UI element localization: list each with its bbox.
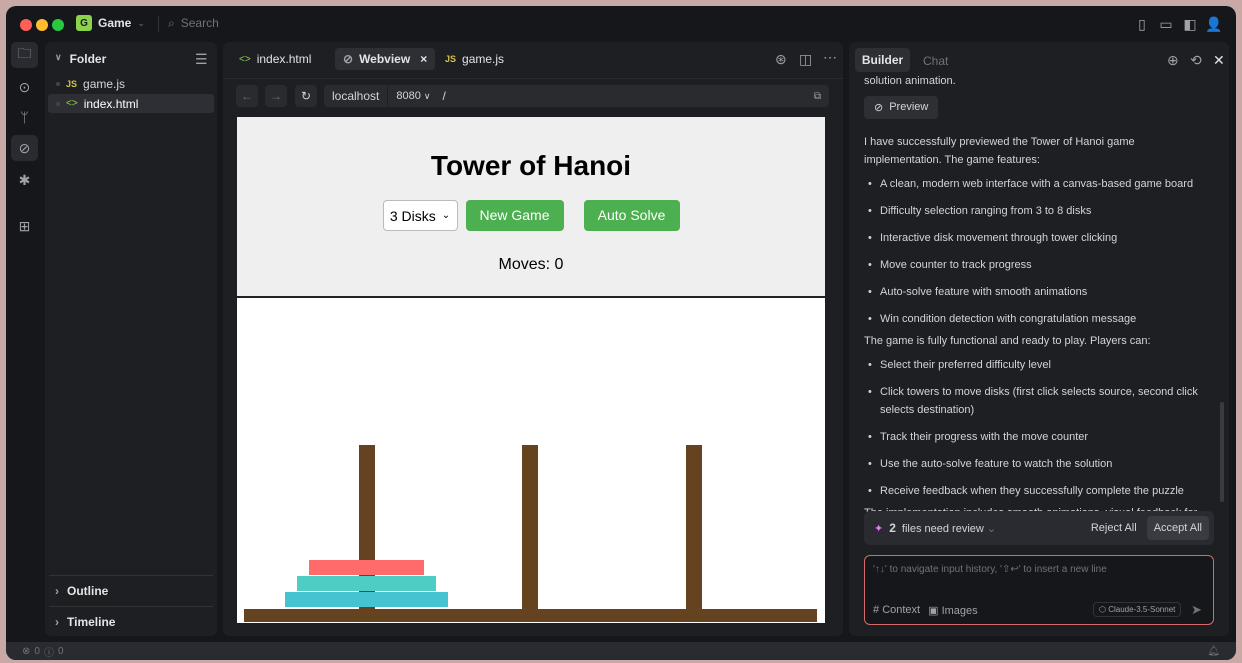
webview-content: Tower of Hanoi 3 Disks ⌄ New Game Auto So… xyxy=(237,117,825,623)
chevron-down-icon: ∨ xyxy=(55,52,62,62)
close-tab-icon[interactable]: × xyxy=(420,52,427,66)
images-button[interactable]: ▣ Images xyxy=(928,604,978,617)
chat-message: solution animation. ⊘ Preview I have succ… xyxy=(864,72,1214,546)
context-button[interactable]: # Context xyxy=(873,604,920,617)
accept-all-button[interactable]: Accept All xyxy=(1146,516,1209,540)
game-header: Tower of Hanoi 3 Disks ⌄ New Game Auto So… xyxy=(237,117,825,298)
disk-large xyxy=(285,592,448,607)
moves-counter: Moves: 0 xyxy=(498,256,564,273)
notification-bell-icon[interactable]: 🔔︎ xyxy=(1207,646,1220,657)
js-file-icon: JS xyxy=(445,54,457,64)
chevron-right-icon: › xyxy=(55,584,59,598)
timeline-section[interactable]: › Timeline xyxy=(55,615,115,629)
project-logo: G xyxy=(76,15,92,31)
folder-header[interactable]: ∨ Folder xyxy=(55,52,106,66)
tab-webview[interactable]: ⊘ Webview × xyxy=(335,48,436,70)
history-icon[interactable]: ⟲ xyxy=(1190,52,1202,69)
js-file-icon: JS xyxy=(66,79,78,89)
close-panel-icon[interactable]: ✕ xyxy=(1213,52,1225,69)
chevron-right-icon: › xyxy=(55,615,59,629)
more-icon[interactable]: ⋯ xyxy=(823,49,837,66)
editor-panel: <> index.html ⊘ Webview × JS game.js ⊛ ◫ ⋯ ←… xyxy=(223,42,843,636)
game-title: Tower of Hanoi xyxy=(430,150,632,181)
outline-section[interactable]: › Outline xyxy=(55,584,108,598)
file-item-game-js[interactable]: JS game.js xyxy=(48,75,214,93)
extensions-icon[interactable]: ⊞ xyxy=(11,213,38,239)
game-canvas[interactable] xyxy=(237,298,825,622)
url-path[interactable]: / xyxy=(439,89,446,103)
maximize-window-button[interactable] xyxy=(52,19,64,31)
html-file-icon: <> xyxy=(239,53,251,65)
account-icon[interactable]: 👤 xyxy=(1205,16,1222,33)
search-code-icon[interactable]: ⊙ xyxy=(11,74,38,100)
split-editor-icon[interactable]: ◫ xyxy=(799,51,812,68)
explorer-panel: ∨ Folder ☰ JS game.js <> index.html › Outl… xyxy=(45,42,217,636)
sparkle-icon: ✦ xyxy=(874,522,884,535)
new-chat-icon[interactable]: ⊕ xyxy=(1167,52,1179,69)
feature-list: A clean, modern web interface with a can… xyxy=(864,175,1214,328)
scrollbar[interactable] xyxy=(1220,402,1224,502)
webview-icon[interactable]: ⊘ xyxy=(11,135,38,161)
tower-2[interactable] xyxy=(522,445,538,610)
filter-icon[interactable]: ☰ xyxy=(195,51,208,68)
webview-icon: ⊘ xyxy=(343,52,354,66)
project-switcher[interactable]: G Game ⌄ xyxy=(76,15,145,31)
toggle-right-panel-icon[interactable]: ◧ xyxy=(1182,16,1198,33)
git-branch-icon[interactable]: ᛘ xyxy=(11,104,38,130)
disk-small xyxy=(309,560,424,575)
open-external-icon[interactable]: ⧉ xyxy=(814,91,829,102)
review-bar: ✦ 2 files need review ⌄ Reject All Accep… xyxy=(864,511,1214,545)
html-file-icon: <> xyxy=(66,98,78,109)
tower-base xyxy=(244,609,817,622)
chevron-down-icon: ⌄ xyxy=(137,17,145,28)
model-select[interactable]: ⬡ Claude-3.5-Sonnet xyxy=(1093,602,1182,617)
close-window-button[interactable] xyxy=(20,19,32,31)
minimize-window-button[interactable] xyxy=(36,19,48,31)
review-dropdown[interactable]: files need review ⌄ xyxy=(902,522,996,535)
search-input[interactable]: ⌕ Search xyxy=(168,16,219,31)
status-bar: ⊗ 0 ⓘ 0 🔔︎ xyxy=(6,642,1236,660)
url-host: localhost xyxy=(324,85,389,107)
warning-icon: ⓘ xyxy=(43,647,54,659)
toggle-panel-icon[interactable]: ▭ xyxy=(1158,16,1174,33)
search-icon: ⌕ xyxy=(168,16,175,30)
player-list: Select their preferred difficulty levelC… xyxy=(864,356,1214,500)
forward-button[interactable]: → xyxy=(265,85,287,107)
explorer-icon[interactable]: 🗀 xyxy=(11,42,38,68)
tower-3[interactable] xyxy=(686,445,702,610)
warning-count: 0 xyxy=(57,645,64,657)
debug-icon[interactable]: ✱ xyxy=(11,167,38,193)
disk-medium xyxy=(297,576,436,591)
reload-button[interactable]: ↻ xyxy=(295,85,317,107)
chat-input[interactable]: '↑↓' to navigate input history, '⇧↩' to … xyxy=(864,555,1214,625)
assistant-panel: Builder Chat ⊕ ⟲ ✕ solution animation. ⊘… xyxy=(849,42,1229,636)
tab-index-html[interactable]: <> index.html xyxy=(231,48,319,70)
compass-icon[interactable]: ⊛ xyxy=(775,51,787,68)
error-icon: ⊗ xyxy=(22,645,31,657)
difficulty-select[interactable]: 3 Disks ⌄ xyxy=(382,200,458,231)
url-bar[interactable]: localhost 8080 ∨ / ⧉ xyxy=(324,85,829,107)
webview-icon: ⊘ xyxy=(874,102,884,114)
new-game-button[interactable]: New Game xyxy=(465,200,564,231)
port-select[interactable]: 8080 ∨ xyxy=(388,90,438,102)
reject-all-button[interactable]: Reject All xyxy=(1091,522,1137,534)
tab-game-js[interactable]: JS game.js xyxy=(437,48,512,70)
preview-button[interactable]: ⊘ Preview xyxy=(864,96,939,119)
project-name: Game xyxy=(98,16,132,30)
tab-builder[interactable]: Builder xyxy=(855,48,910,72)
send-icon[interactable]: ➤ xyxy=(1191,602,1202,618)
tab-chat[interactable]: Chat xyxy=(923,54,948,68)
auto-solve-button[interactable]: Auto Solve xyxy=(583,200,680,231)
error-count: 0 xyxy=(34,645,40,657)
ide-window: G Game ⌄ ⌕ Search ▯ ▭ ◧ 👤 🗀 ⊙ ᛘ ⊘ ✱ ⊞ ∨ Fo… xyxy=(6,6,1236,660)
toggle-sidebar-icon[interactable]: ▯ xyxy=(1134,16,1150,33)
back-button[interactable]: ← xyxy=(236,85,258,107)
file-item-index-html[interactable]: <> index.html xyxy=(48,94,214,113)
